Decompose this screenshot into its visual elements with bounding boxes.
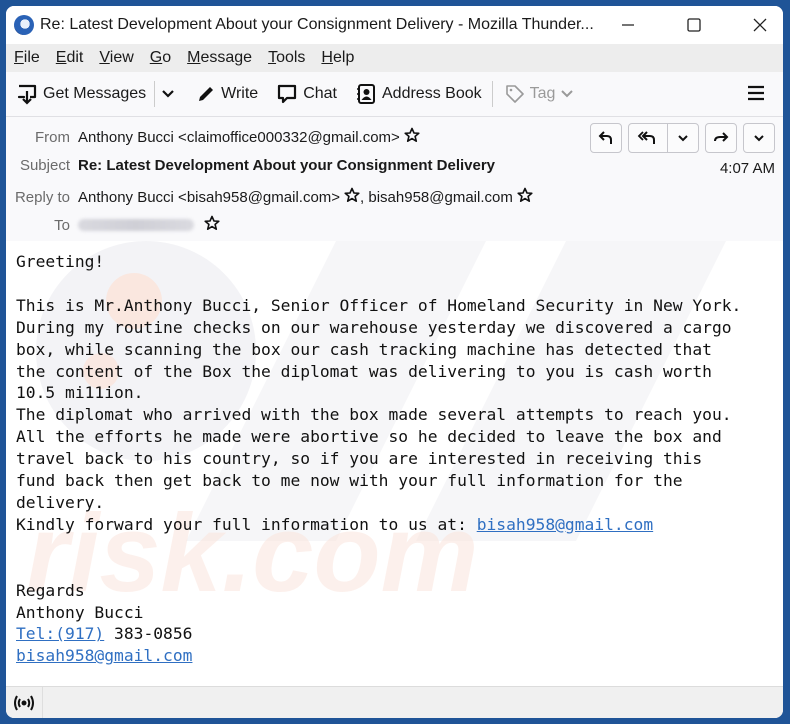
to-label: To [54,216,70,234]
minimize-icon [622,24,634,26]
star-icon[interactable] [404,127,420,147]
thunderbird-window: Re: Latest Development About your Consig… [6,6,783,718]
menu-file[interactable]: File [14,49,40,67]
chat-icon [278,84,297,104]
chevron-down-icon [678,135,688,142]
online-status-icon [14,695,34,710]
reply-to-value-2[interactable]: , bisah958@gmail.com [360,189,513,206]
main-toolbar: Get Messages Write Chat Address Book Tag [6,72,783,117]
reply-all-dropdown[interactable] [667,124,698,152]
signature-text: Regards Anthony Bucci [16,580,144,622]
window-controls [585,6,783,44]
reply-to-value-1[interactable]: Anthony Bucci <bisah958@gmail.com> [78,189,340,206]
message-time: 4:07 AM [719,160,775,177]
subject-label: Subject [19,157,70,174]
star-icon[interactable] [204,215,220,235]
write-label: Write [221,85,259,102]
menu-bar: File Edit View Go Message Tools Help [6,44,783,72]
menu-go[interactable]: Go [150,49,171,67]
tag-icon [505,85,524,103]
menu-edit-accel: E [55,49,67,66]
message-body: risk.com Greeting! This is Mr.Anthony Bu… [6,241,783,687]
reply-all-icon [637,131,655,144]
menu-view-accel: V [99,49,110,66]
tag-label: Tag [529,85,556,102]
from-value[interactable]: Anthony Bucci <claimoffice000332@gmail.c… [78,129,400,146]
reply-all-button-group [628,123,699,153]
app-menu-button[interactable] [747,84,765,107]
message-text: Greeting! This is Mr.Anthony Bucci, Seni… [6,241,783,667]
menu-view[interactable]: View [99,49,133,67]
menu-tools-label: ools [276,49,306,66]
menu-help[interactable]: Help [321,49,354,67]
phone-link[interactable]: Tel:(917) [16,624,104,643]
menu-edit-label: dit [66,49,84,66]
subject-row: Subject Re: Latest Development About you… [6,157,495,174]
get-messages-button[interactable]: Get Messages [16,83,146,105]
minimize-button[interactable] [605,6,651,44]
write-button[interactable]: Write [196,84,258,104]
tag-button[interactable]: Tag [505,84,580,104]
hamburger-menu-icon [748,85,764,101]
menu-view-label: iew [109,49,134,66]
to-row: To [6,215,220,235]
address-book-label: Address Book [382,85,482,102]
online-status-button[interactable] [6,687,43,718]
from-label: From [35,128,70,146]
chat-button[interactable]: Chat [276,83,337,105]
menu-message-label: essage [200,49,253,66]
close-button[interactable] [737,6,783,44]
more-actions-button[interactable] [743,123,775,153]
phone-number-rest: 383-0856 [114,624,193,644]
to-value-redacted[interactable] [78,219,194,231]
menu-go-label: o [162,49,172,66]
signature-email-link[interactable]: bisah958@gmail.com [16,646,192,665]
star-icon[interactable] [517,187,533,207]
window-title: Re: Latest Development About your Consig… [40,16,594,33]
get-messages-label: Get Messages [43,85,147,102]
address-book-icon [357,84,375,104]
chat-label: Chat [303,85,337,102]
menu-file-label: ile [23,49,40,66]
status-bar [6,686,783,718]
menu-tools[interactable]: Tools [268,49,305,67]
pencil-icon [199,87,214,101]
get-messages-dropdown[interactable] [161,87,180,101]
message-actions [590,123,775,153]
menu-help-accel: H [321,49,333,66]
reply-button[interactable] [590,123,622,153]
thunderbird-logo-icon [14,15,34,35]
menu-help-label: elp [332,49,355,66]
close-icon [753,18,767,32]
body-paragraphs: Greeting! This is Mr.Anthony Bucci, Seni… [16,252,742,534]
toolbar-separator [491,81,493,107]
from-row: From Anthony Bucci <claimoffice000332@gm… [6,127,420,147]
chevron-down-icon [561,90,574,98]
menu-go-accel: G [149,49,163,66]
inline-email-link[interactable]: bisah958@gmail.com [477,515,653,534]
menu-message[interactable]: Message [187,49,252,67]
menu-file-accel: F [14,49,24,66]
subject-value: Re: Latest Development About your Consig… [78,157,496,174]
chevron-down-icon [754,135,764,142]
message-header: From Anthony Bucci <claimoffice000332@gm… [6,117,783,244]
reply-to-label: Reply to [14,188,70,206]
chevron-down-icon [162,90,174,98]
maximize-button[interactable] [671,6,717,44]
star-icon[interactable] [344,187,360,207]
forward-icon [714,132,729,142]
toolbar-separator [154,81,156,107]
reply-all-button[interactable] [629,124,667,152]
reply-to-row: Reply to Anthony Bucci <bisah958@gmail.c… [6,187,533,207]
forward-button[interactable] [705,123,737,153]
reply-icon [598,131,612,144]
menu-message-accel: M [187,49,201,66]
title-bar: Re: Latest Development About your Consig… [6,6,783,44]
maximize-icon [687,18,701,32]
menu-edit[interactable]: Edit [56,49,84,67]
menu-tools-accel: T [268,49,277,66]
address-book-button[interactable]: Address Book [355,83,482,105]
get-messages-icon [17,84,37,105]
